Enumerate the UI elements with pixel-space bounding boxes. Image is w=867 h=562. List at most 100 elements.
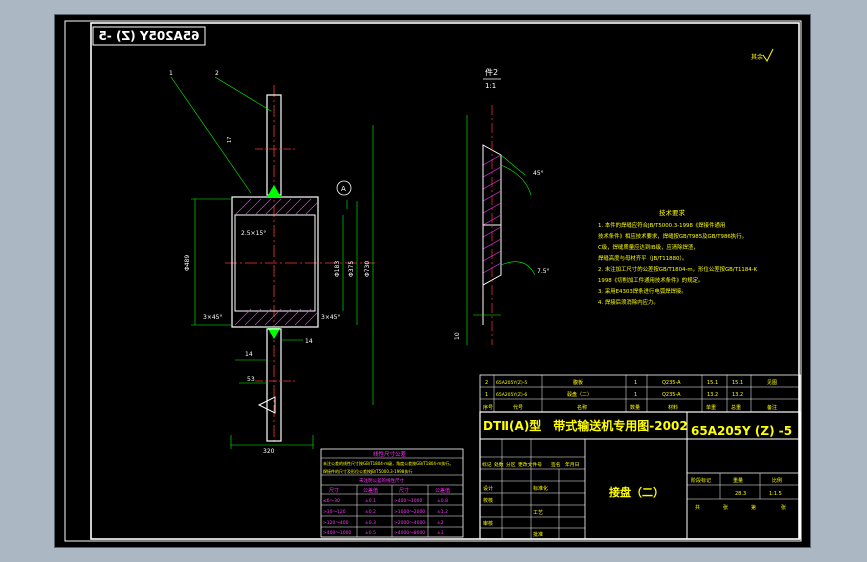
tol-r1c1: ±0.2: [365, 509, 376, 515]
bom-h2: 名称: [577, 404, 587, 411]
detail-scale: 1:1: [485, 82, 496, 90]
part-name: 接盘（二）: [609, 485, 664, 499]
tol-r0c2: >400～1000: [394, 498, 422, 504]
dim-chamfer-br: 3×45°: [321, 314, 340, 321]
bom-h4: 材料: [668, 404, 678, 411]
bom-r1c6: 13.2: [732, 392, 743, 398]
bom-r1c4: Q235-A: [662, 392, 681, 398]
datum-label: A: [341, 185, 346, 193]
tol-r2c2: >2000～4000: [394, 520, 425, 526]
detail-angle-7-5: 7.5°: [537, 268, 550, 275]
bom-r0c7: 见图: [767, 380, 777, 386]
dim-320: 320: [263, 448, 275, 455]
dim-17: 17: [227, 137, 233, 143]
sheet-1: 共: [695, 504, 700, 511]
dim-d375: Φ375: [348, 261, 355, 277]
role-standard: 标准化: [533, 485, 548, 492]
tb-label-3: 更改文件号: [518, 461, 542, 468]
tol-r3c1: ±0.5: [365, 530, 376, 536]
tech-line-2: 技术条件》相应技术要求，焊缝按GB/T985及GB/T986执行。: [598, 232, 747, 240]
dim-53: 53: [247, 376, 255, 383]
technical-requirements: 技术要求 1. 本件的焊缝应符合JB/T5000.3-1998《焊接件通用 技术…: [598, 208, 758, 306]
tb-label-5: 年月日: [565, 461, 579, 468]
bom-h3: 数量: [630, 404, 640, 411]
tol-note: 未注公差的线性尺寸按GB/T1804-m级，角度公差按GB/T1804-m执行。: [323, 460, 453, 466]
role-approve: 批准: [533, 531, 543, 538]
bom-h1: 代号: [513, 404, 523, 411]
title-scale: 1:1.5: [769, 491, 782, 497]
tol-r0c1: ±0.1: [365, 498, 376, 504]
tol-h0: 尺寸: [329, 487, 339, 494]
weight-label: 重量: [733, 477, 743, 484]
tol-r3c3: ±3: [437, 530, 444, 536]
tol-r2c0: >120～400: [323, 520, 349, 526]
tech-line-6: 1998《切削加工件通用技术条件》的规定。: [598, 276, 703, 284]
detail-view-part2: 件2 1:1 45° 7.5° 10: [454, 67, 550, 345]
tol-h3: 公差值: [435, 487, 450, 494]
roughness-note: 其余: [751, 53, 763, 61]
tech-line-7: 3. 采用E4303焊条进行电弧焊焊接。: [598, 287, 687, 295]
bom-r0c0: 2: [485, 380, 488, 386]
tech-line-1: 1. 本件的焊缝应符合JB/T5000.3-1998《焊接件通用: [598, 221, 725, 229]
bom-r0c3: 1: [634, 380, 637, 386]
cad-viewport[interactable]: 65A205Y (Z) -5 其余 A Φ489 Φ183 Φ375 Φ730 …: [54, 14, 811, 548]
tol-note2: 焊接件的尺寸及形位公差按JB/T5000.3-1998执行: [323, 468, 412, 474]
bom-r1c5: 13.2: [707, 392, 718, 398]
tech-line-3: C级，焊缝质量应达到IB级，应清除焊渣，: [598, 243, 699, 251]
dim-d489: Φ489: [184, 255, 191, 271]
tb-label-4: 签名: [551, 461, 561, 468]
stage-label: 阶段标记: [691, 477, 711, 484]
bom-r1c2: 毂盘（二）: [567, 391, 592, 398]
bom-h0: 序号: [483, 404, 493, 411]
tol-r3c2: >4000～8000: [394, 530, 425, 536]
bom-r0c4: Q235-A: [662, 380, 681, 386]
tol-r0c3: ±0.8: [437, 498, 448, 504]
bom-h7: 备注: [767, 404, 777, 411]
role-design: 设计: [483, 485, 493, 492]
drawing-canvas: 65A205Y (Z) -5 其余 A Φ489 Φ183 Φ375 Φ730 …: [64, 20, 802, 542]
main-section-view: A Φ489 Φ183 Φ375 Φ730 320 2.5×15° 3×45° …: [169, 70, 375, 455]
title-mass: 28.3: [735, 491, 746, 497]
tol-r2c1: ±0.3: [365, 520, 376, 526]
dim-d730: Φ730: [364, 261, 371, 277]
tol-r0c0: ≤6～30: [323, 498, 340, 504]
dim-chamfer-bl: 3×45°: [203, 314, 222, 321]
bom-r0c2: 腹板: [573, 379, 583, 386]
sheet-4: 张: [781, 504, 786, 511]
title-block: DTⅡ(A)型 带式输送机专用图-2002 65A205Y (Z) -5 阶段标…: [479, 411, 801, 540]
role-process: 工艺: [533, 510, 543, 516]
tol-r1c0: >30～120: [323, 509, 346, 515]
tol-h1: 公差值: [363, 487, 378, 494]
bill-of-materials: 2 65A205Y(Z)-5 腹板 1 Q235-A 15.1 15.1 见图 …: [479, 374, 801, 413]
dim-14a: 14: [245, 351, 253, 358]
title-code: 65A205Y (Z) -5: [691, 424, 792, 438]
bom-h5: 单重: [706, 404, 716, 411]
bom-r0c6: 15.1: [732, 380, 743, 386]
detail-title: 件2: [485, 67, 498, 77]
tol-r3c0: >400～1000: [323, 530, 351, 536]
tol-r1c2: >1000～2000: [394, 509, 425, 515]
roughness-symbol: [762, 48, 774, 62]
title-banner: DTⅡ(A)型 带式输送机专用图-2002: [483, 418, 688, 433]
bom-r0c1: 65A205Y(Z)-5: [496, 380, 527, 386]
mirrored-code: 65A205Y (Z) -5: [98, 29, 199, 43]
dim-d183: Φ183: [334, 261, 341, 277]
scale-label: 比例: [772, 477, 782, 484]
tech-title: 技术要求: [659, 208, 686, 217]
leader-1: 1: [169, 70, 173, 77]
tb-label-1: 处数: [494, 461, 504, 468]
bom-r0c5: 15.1: [707, 380, 718, 386]
tech-line-4: 焊缝高度与母材齐平（JB/T11880）。: [598, 254, 688, 262]
bom-h6: 总重: [731, 404, 741, 411]
detail-angle-45: 45°: [533, 170, 544, 177]
dim-chamfer-tl: 2.5×15°: [241, 230, 266, 237]
bom-r1c1: 65A205Y(Z)-6: [496, 392, 527, 398]
leader-2: 2: [215, 70, 219, 77]
dim-14b: 14: [305, 338, 313, 345]
tolerance-table: 线性尺寸公差 未注公差的线性尺寸按GB/T1804-m级，角度公差按GB/T18…: [320, 448, 464, 538]
sheet-2: 张: [723, 504, 728, 511]
role-check: 校核: [483, 497, 493, 504]
bom-r1c0: 1: [485, 392, 488, 398]
tol-title: 线性尺寸公差: [373, 450, 407, 458]
tech-line-5: 2. 未注加工尺寸的公差按GB/T1804-m，形位公差按GB/T1184-K: [598, 265, 758, 273]
